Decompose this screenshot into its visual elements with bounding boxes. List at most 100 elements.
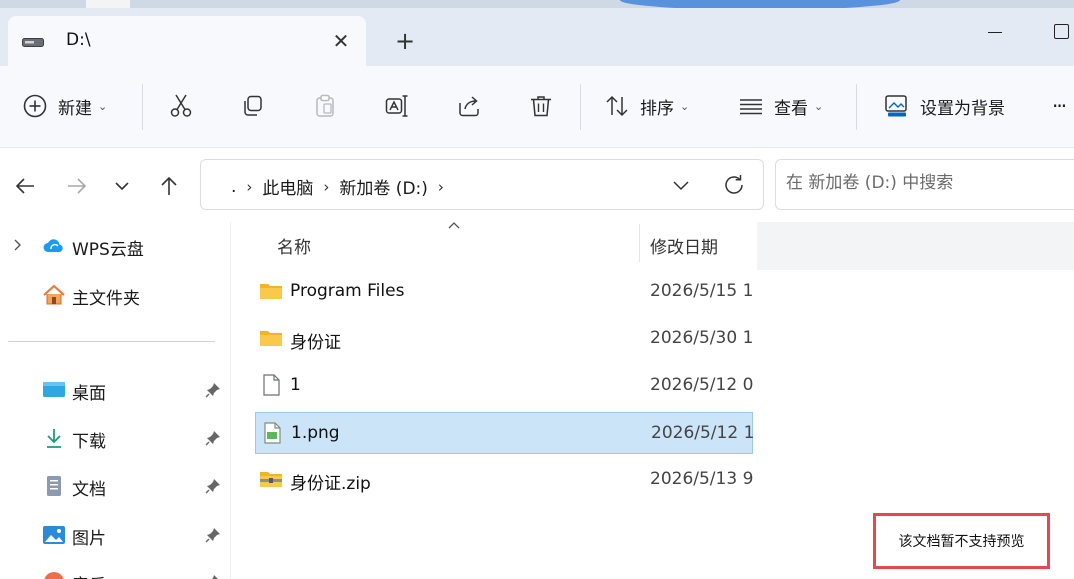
breadcrumb-drive-d[interactable]: 新加卷 (D:) <box>339 174 428 199</box>
navigation-pane: WPS云盘 主文件夹 桌面 下载 文档 图片 <box>0 222 230 579</box>
file-name: 身份证 <box>290 333 341 353</box>
breadcrumb: . › 此电脑 › 新加卷 (D:) › <box>231 174 454 200</box>
copy-button[interactable] <box>240 84 266 128</box>
column-header-name[interactable]: 名称 <box>277 222 311 268</box>
list-view-icon <box>740 99 762 115</box>
folder-icon <box>260 331 282 346</box>
plus-circle-icon <box>23 94 47 118</box>
pin-icon[interactable] <box>205 382 221 398</box>
recent-locations-button[interactable] <box>108 172 136 200</box>
trash-icon <box>531 96 551 117</box>
file-name: 1.png <box>291 423 340 443</box>
file-name: 身份证.zip <box>290 474 371 494</box>
set-as-background-button[interactable]: 设置为背景 <box>884 84 1005 128</box>
pin-icon[interactable] <box>205 430 221 446</box>
file-name: 1 <box>290 375 301 395</box>
search-box <box>775 159 1074 210</box>
file-name: Program Files <box>290 281 405 301</box>
breadcrumb-this-pc[interactable]: 此电脑 <box>262 174 313 199</box>
wps-cloud-icon <box>43 239 63 252</box>
column-header-modified[interactable]: 修改日期 <box>650 222 718 268</box>
drive-icon <box>22 38 44 47</box>
search-input[interactable] <box>786 173 1074 193</box>
up-button[interactable] <box>155 172 183 200</box>
breadcrumb-overflow[interactable]: . <box>231 177 236 197</box>
sidebar-item-desktop[interactable]: 桌面 <box>0 370 230 410</box>
sidebar-item-documents[interactable]: 文档 <box>0 466 230 506</box>
minimize-icon[interactable] <box>984 22 1004 42</box>
sidebar-item-label: 桌面 <box>72 384 106 404</box>
column-divider[interactable] <box>639 224 640 262</box>
rename-icon <box>385 95 408 117</box>
sidebar-item-pictures[interactable]: 图片 <box>0 515 230 555</box>
delete-button[interactable] <box>528 84 554 128</box>
sort-button[interactable]: 排序 ⌄ <box>604 84 689 128</box>
document-icon <box>47 476 61 496</box>
home-icon <box>43 284 65 305</box>
file-date: 2026/5/12 0 <box>650 375 753 395</box>
maximize-icon[interactable] <box>1054 24 1069 39</box>
share-button[interactable] <box>456 84 482 128</box>
sidebar-divider <box>8 341 215 342</box>
set-background-label: 设置为背景 <box>920 98 1005 119</box>
breadcrumb-separator[interactable]: › <box>438 178 444 196</box>
toolbar-divider <box>856 84 857 130</box>
table-row[interactable]: 1 2026/5/12 0 <box>255 365 753 407</box>
forward-button[interactable] <box>63 172 91 200</box>
address-bar-row: . › 此电脑 › 新加卷 (D:) › <box>0 148 1074 222</box>
pin-icon[interactable] <box>205 478 221 494</box>
pictures-icon <box>43 526 65 544</box>
back-button[interactable] <box>11 172 39 200</box>
address-box[interactable]: . › 此电脑 › 新加卷 (D:) › <box>200 159 764 210</box>
sidebar-item-label: 音乐 <box>72 571 106 579</box>
table-row[interactable]: 身份证 2026/5/30 1 <box>255 318 753 360</box>
chevron-right-icon[interactable] <box>10 237 26 253</box>
file-date: 2026/5/15 1 <box>650 281 753 301</box>
sidebar-item-label: 下载 <box>72 432 106 452</box>
breadcrumb-separator[interactable]: › <box>246 178 252 196</box>
arrow-left-icon <box>15 178 34 194</box>
table-row[interactable]: Program Files 2026/5/15 1 <box>255 271 753 313</box>
pin-icon[interactable] <box>205 527 221 543</box>
cut-button[interactable] <box>168 84 194 128</box>
sidebar-item-label: 主文件夹 <box>72 289 140 309</box>
refresh-icon[interactable] <box>721 172 747 198</box>
column-header-label: 修改日期 <box>650 237 718 258</box>
sidebar-item-label: 图片 <box>72 529 106 549</box>
paste-button[interactable] <box>312 84 338 128</box>
chevron-down-icon: ⌄ <box>814 99 824 113</box>
tab-bar: D:\ ✕ + <box>0 8 1074 68</box>
chevron-down-icon <box>115 182 129 191</box>
sort-icon <box>606 95 628 117</box>
file-list: 名称 修改日期 Program Files 2026/5/15 1 身份证 20… <box>230 222 755 579</box>
new-button[interactable]: 新建 ⌄ <box>22 84 107 128</box>
tab-drive-d[interactable]: D:\ ✕ <box>8 16 366 68</box>
desktop-background-strip <box>0 0 1074 8</box>
rename-button[interactable] <box>384 84 410 128</box>
address-history-chevron-icon[interactable] <box>669 173 693 197</box>
breadcrumb-separator[interactable]: › <box>323 178 329 196</box>
table-row-selected[interactable]: 1.png 2026/5/12 1 <box>255 412 754 454</box>
zip-folder-icon <box>260 472 282 487</box>
pin-icon[interactable] <box>205 574 221 579</box>
clipboard-icon <box>316 94 334 117</box>
sidebar-item-downloads[interactable]: 下载 <box>0 418 230 458</box>
preview-message-text: 该文档暂不支持预览 <box>898 534 1025 550</box>
arrow-right-icon <box>68 178 87 194</box>
toolbar-divider <box>580 84 581 130</box>
sidebar-item-wps-cloud[interactable]: WPS云盘 <box>0 226 230 266</box>
preview-pane: 该文档暂不支持预览 <box>755 222 1074 579</box>
sidebar-item-home[interactable]: 主文件夹 <box>0 275 230 315</box>
view-button[interactable]: 查看 ⌄ <box>738 84 823 128</box>
sort-ascending-icon <box>448 222 460 229</box>
more-icon: ··· <box>1052 94 1067 118</box>
music-icon <box>44 572 64 579</box>
table-row[interactable]: 身份证.zip 2026/5/13 9 <box>255 459 753 501</box>
new-tab-icon[interactable]: + <box>390 26 420 56</box>
more-options-button[interactable]: ··· <box>1052 84 1067 128</box>
close-tab-icon[interactable]: ✕ <box>326 26 356 56</box>
sidebar-item-music[interactable]: 音乐 <box>0 562 230 579</box>
download-icon <box>47 429 61 448</box>
chevron-down-icon: ⌄ <box>680 99 690 113</box>
desktop-paper-edge <box>86 0 130 8</box>
